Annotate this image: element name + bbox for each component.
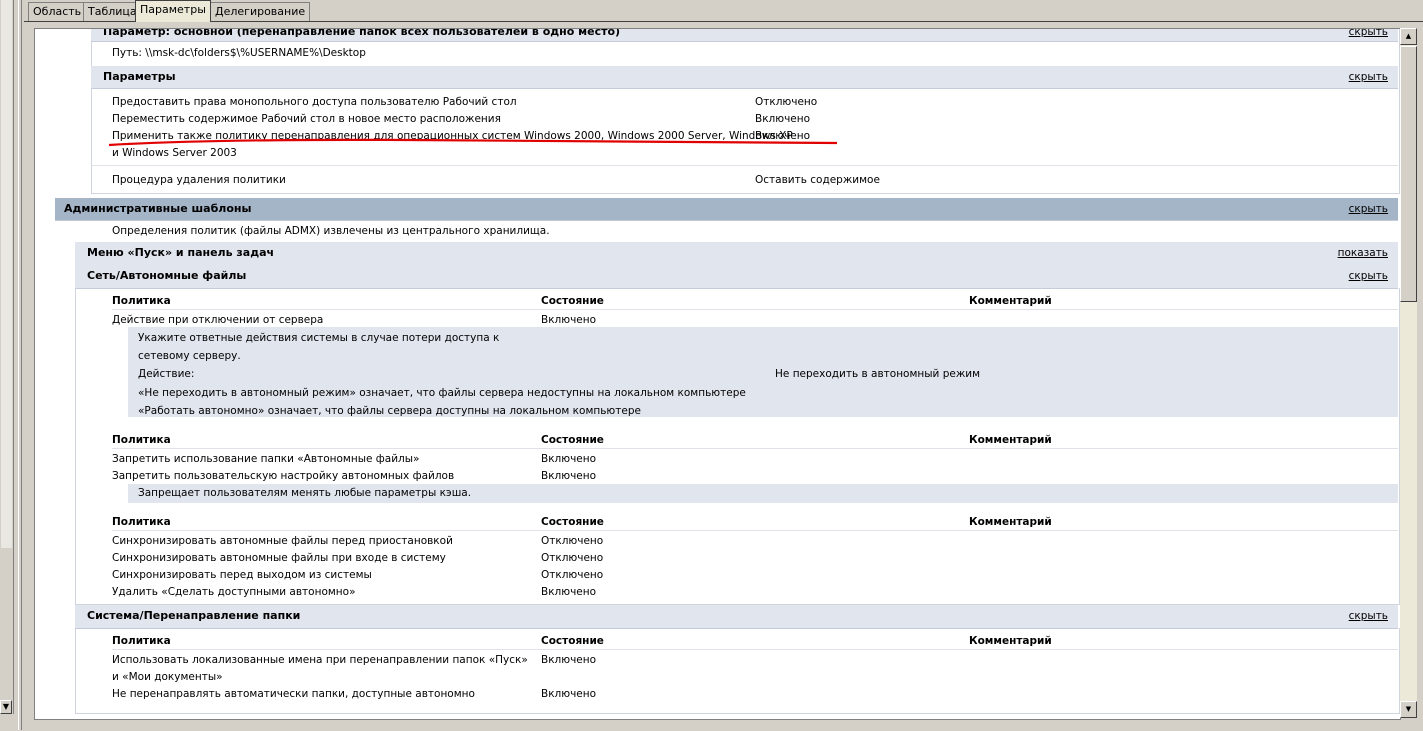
explanation-line: сетевому серверу. bbox=[138, 350, 241, 362]
tab-table[interactable]: Таблица bbox=[83, 2, 142, 21]
explanation-line: Запрещает пользователям менять любые пар… bbox=[138, 487, 472, 499]
policy-name: Синхронизировать автономные файлы при вх… bbox=[112, 552, 446, 564]
column-state: Состояние bbox=[541, 434, 604, 446]
redirect-header: Система/Перенаправление папки скрыть bbox=[75, 605, 1398, 629]
policy-state: Включено bbox=[541, 688, 597, 700]
red-underline-annotation bbox=[108, 138, 838, 147]
policy-state: Включено bbox=[541, 314, 597, 326]
policy-name: Не перенаправлять автоматически папки, д… bbox=[112, 688, 475, 700]
offline-files-header: Сеть/Автономные файлы скрыть bbox=[75, 265, 1398, 289]
setting-header: Параметр: основной (перенаправление папо… bbox=[91, 28, 1398, 42]
policy-name: Действие при отключении от сервера bbox=[112, 314, 324, 326]
param-name: Предоставить права монопольного доступа … bbox=[112, 96, 517, 108]
setting-hide-link[interactable]: скрыть bbox=[1349, 29, 1388, 38]
setting-title: Параметр: основной (перенаправление папо… bbox=[103, 28, 621, 38]
redirect-title: Система/Перенаправление папки bbox=[87, 609, 301, 622]
column-state: Состояние bbox=[541, 295, 604, 307]
policy-name: Удалить «Сделать доступными автономно» bbox=[112, 586, 356, 598]
policy-name: Использовать локализованные имена при пе… bbox=[112, 654, 528, 666]
admin-templates-title: Административные шаблоны bbox=[64, 202, 252, 215]
policy-name: Синхронизировать перед выходом из систем… bbox=[112, 569, 372, 581]
column-state: Состояние bbox=[541, 635, 604, 647]
redirect-path: Путь: \\msk-dc\folders$\%USERNAME%\Deskt… bbox=[112, 47, 366, 59]
column-comment: Комментарий bbox=[969, 516, 1052, 528]
column-state: Состояние bbox=[541, 516, 604, 528]
column-comment: Комментарий bbox=[969, 635, 1052, 647]
start-menu-title: Меню «Пуск» и панель задач bbox=[87, 246, 275, 259]
column-policy: Политика bbox=[112, 295, 171, 307]
admx-note: Определения политик (файлы ADMX) извлече… bbox=[112, 225, 550, 237]
tab-bar: Область Таблица Параметры Делегирование bbox=[24, 0, 1423, 22]
params-title: Параметры bbox=[103, 70, 176, 83]
splitter[interactable] bbox=[18, 0, 22, 730]
policy-state: Включено bbox=[541, 654, 597, 666]
policy-name: Синхронизировать автономные файлы перед … bbox=[112, 535, 453, 547]
policy-explanation: Укажите ответные действия системы в случ… bbox=[128, 327, 1398, 417]
explanation-line: «Работать автономно» означает, что файлы… bbox=[138, 405, 641, 417]
start-menu-show-link[interactable]: показать bbox=[1338, 247, 1388, 259]
outer-scrollbar-track[interactable] bbox=[1, 0, 12, 548]
action-label: Действие: bbox=[138, 368, 195, 380]
start-menu-header: Меню «Пуск» и панель задач показать bbox=[75, 242, 1398, 266]
policy-state: Включено bbox=[541, 470, 597, 482]
policy-state: Включено bbox=[541, 586, 597, 598]
scroll-thumb[interactable] bbox=[1400, 46, 1417, 302]
divider bbox=[112, 448, 1398, 449]
report-panel: Параметр: основной (перенаправление папо… bbox=[24, 21, 1423, 731]
param-value: Отключено bbox=[755, 96, 818, 108]
policy-name: Запретить использование папки «Автономны… bbox=[112, 453, 420, 465]
tab-delegation[interactable]: Делегирование bbox=[210, 2, 311, 21]
column-comment: Комментарий bbox=[969, 295, 1052, 307]
offline-files-title: Сеть/Автономные файлы bbox=[87, 269, 247, 282]
explanation-line: Укажите ответные действия системы в случ… bbox=[138, 332, 500, 344]
column-comment: Комментарий bbox=[969, 434, 1052, 446]
scroll-up-button[interactable]: ▲ bbox=[1400, 28, 1417, 45]
redirect-box bbox=[75, 628, 1400, 714]
policy-state: Отключено bbox=[541, 552, 604, 564]
divider bbox=[112, 530, 1398, 531]
tab-settings[interactable]: Параметры bbox=[135, 0, 211, 22]
tab-scope[interactable]: Область bbox=[28, 2, 87, 21]
report-viewport: Параметр: основной (перенаправление папо… bbox=[34, 28, 1401, 720]
divider bbox=[112, 649, 1398, 650]
column-policy: Политика bbox=[112, 516, 171, 528]
scroll-down-button[interactable]: ▼ bbox=[1400, 701, 1417, 718]
outer-scroll-down-button[interactable]: ▼ bbox=[0, 700, 12, 714]
column-policy: Политика bbox=[112, 635, 171, 647]
admin-templates-header: Административные шаблоны скрыть bbox=[55, 198, 1398, 221]
redirect-hide-link[interactable]: скрыть bbox=[1349, 610, 1388, 622]
divider bbox=[91, 165, 1398, 166]
explanation-line: «Не переходить в автономный режим» означ… bbox=[138, 387, 746, 399]
action-value: Не переходить в автономный режим bbox=[775, 368, 981, 380]
admin-hide-link[interactable]: скрыть bbox=[1349, 203, 1388, 215]
params-header: Параметры скрыть bbox=[91, 66, 1398, 89]
report-scrollbar[interactable]: ▲ ▼ bbox=[1400, 28, 1417, 718]
policy-state: Отключено bbox=[541, 535, 604, 547]
policy-explanation: Запрещает пользователям менять любые пар… bbox=[128, 484, 1398, 503]
param-name: Процедура удаления политики bbox=[112, 174, 286, 186]
column-policy: Политика bbox=[112, 434, 171, 446]
param-value: Оставить содержимое bbox=[755, 174, 880, 186]
policy-name: Запретить пользовательскую настройку авт… bbox=[112, 470, 455, 482]
divider bbox=[112, 309, 1398, 310]
offline-hide-link[interactable]: скрыть bbox=[1349, 270, 1388, 282]
param-name: Переместить содержимое Рабочий стол в но… bbox=[112, 113, 501, 125]
policy-state: Включено bbox=[541, 453, 597, 465]
params-hide-link[interactable]: скрыть bbox=[1349, 71, 1388, 83]
outer-scrollbar[interactable]: ▼ bbox=[0, 0, 14, 714]
param-value: Включено bbox=[755, 113, 811, 125]
policy-state: Отключено bbox=[541, 569, 604, 581]
policy-name-continued: и «Мои документы» bbox=[112, 671, 223, 683]
